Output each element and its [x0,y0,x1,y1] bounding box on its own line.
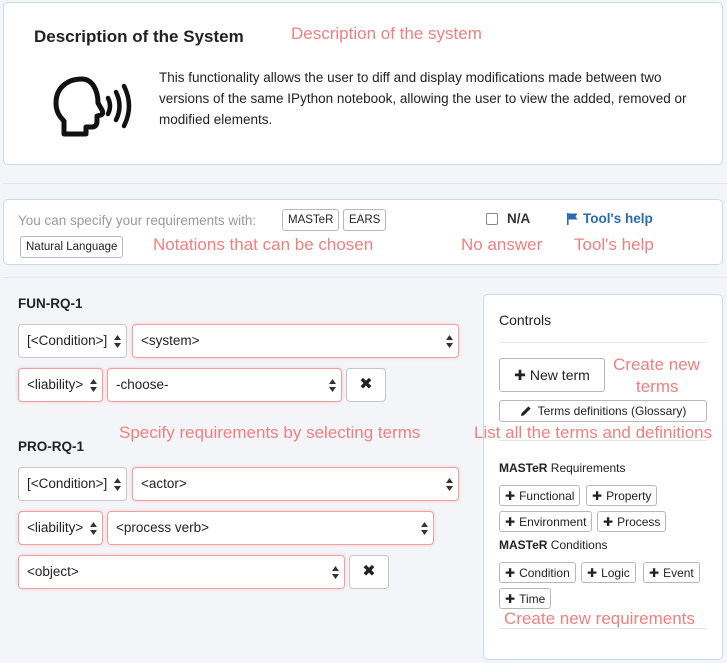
pro-liability-select[interactable]: <liability> [18,511,103,545]
description-title: Description of the System [34,27,244,46]
tool-help-label: Tool's help [583,211,653,226]
notation-natural-language-button[interactable]: Natural Language [20,236,124,258]
add-property-label: Property [606,488,652,503]
select-arrows-icon [114,478,121,491]
add-environment-button[interactable]: ✚ Environment [499,511,593,532]
plus-icon: ✚ [505,565,516,580]
pro-condition-value: [<Condition>] [27,476,108,491]
plus-icon: ✚ [505,488,516,503]
plus-icon: ✚ [514,366,526,383]
master-conditions-heading: MASTeR Conditions [499,538,608,552]
fun-system-select[interactable]: <system> [132,324,459,358]
annotation-description: Description of the system [291,24,482,43]
select-arrows-icon [90,379,97,392]
fun-remove-button[interactable]: ✖ [346,368,386,402]
fun-system-value: <system> [141,333,200,348]
na-checkbox[interactable] [486,212,498,225]
annotation-create-requirements: Create new requirements [504,609,695,628]
new-term-button[interactable]: ✚ New term [499,358,605,392]
pro-requirement-id: PRO-RQ-1 [18,439,85,454]
annotation-create-terms-line1: Create new [613,355,700,374]
notation-ears-button[interactable]: EARS [343,209,387,231]
add-functional-label: Functional [519,488,575,503]
flag-icon [567,212,578,225]
annotation-specify: Specify requirements by selecting terms [119,423,421,442]
notation-label: You can specify your requirements with: [18,213,257,228]
fun-choose-value: -choose- [116,377,169,392]
select-arrows-icon [446,478,453,491]
plus-icon: ✚ [505,591,516,606]
fun-requirement-id: FUN-RQ-1 [18,296,83,311]
pencil-icon [520,406,531,416]
add-logic-label: Logic [601,565,630,580]
fun-liability-select[interactable]: <liability> [18,368,103,402]
add-functional-button[interactable]: ✚ Functional [499,485,581,506]
plus-icon: ✚ [592,488,603,503]
add-condition-button[interactable]: ✚ Condition [499,562,576,583]
select-arrows-icon [421,522,428,535]
master-prefix: MASTeR [499,461,548,475]
add-logic-button[interactable]: ✚ Logic [581,562,636,583]
pro-object-value: <object> [27,564,79,579]
plus-icon: ✚ [649,565,660,580]
pro-remove-button[interactable]: ✖ [349,555,389,589]
select-arrows-icon [446,335,453,348]
add-event-button[interactable]: ✚ Event [643,562,700,583]
pro-condition-select[interactable]: [<Condition>] [18,467,127,501]
fun-choose-select[interactable]: -choose- [107,368,342,402]
plus-icon: ✚ [505,514,516,529]
na-checkbox-group[interactable]: N/A [486,211,530,226]
select-arrows-icon [114,335,121,348]
add-process-label: Process [617,514,661,529]
controls-panel: Controls ✚ New term Terms definitions (G… [483,294,723,660]
pro-actor-select[interactable]: <actor> [132,467,459,501]
add-event-label: Event [663,565,694,580]
terms-definitions-button[interactable]: Terms definitions (Glossary) [499,400,707,422]
master-conditions-label: Conditions [550,538,608,552]
notation-panel: You can specify your requirements with: … [3,199,723,265]
annotation-create-terms-line2: terms [636,377,679,396]
select-arrows-icon [329,379,336,392]
terms-definitions-label: Terms definitions (Glossary) [537,404,687,418]
controls-title: Controls [499,312,552,328]
master-requirements-label: Requirements [550,461,626,475]
pro-process-verb-select[interactable]: <process verb> [107,511,434,545]
plus-icon: ✚ [587,565,598,580]
pro-actor-value: <actor> [141,476,187,491]
select-arrows-icon [332,566,339,579]
master-requirements-heading: MASTeR Requirements [499,461,626,475]
annotation-list-terms: List all the terms and definitions [474,423,713,442]
pro-object-select[interactable]: <object> [18,555,345,589]
add-environment-label: Environment [519,514,587,529]
description-text: This functionality allows the user to di… [159,70,687,127]
add-time-button[interactable]: ✚ Time [499,588,552,609]
speaking-head-icon [53,76,132,137]
add-time-label: Time [519,591,546,606]
annotation-no-answer: No answer [461,235,543,254]
add-condition-label: Condition [519,565,570,580]
add-property-button[interactable]: ✚ Property [586,485,658,506]
annotation-help: Tool's help [574,235,654,254]
divider [499,342,707,343]
plus-icon: ✚ [603,514,614,529]
master-prefix: MASTeR [499,538,548,552]
pro-process-verb-value: <process verb> [116,520,210,535]
fun-liability-value: <liability> [27,377,84,392]
tool-help-link[interactable]: Tool's help [566,211,653,226]
select-arrows-icon [90,522,97,535]
divider [3,277,727,278]
annotation-notations: Notations that can be chosen [153,235,374,254]
fun-condition-select[interactable]: [<Condition>] [18,324,127,358]
notation-master-button[interactable]: MASTeR [282,209,340,231]
fun-condition-value: [<Condition>] [27,333,108,348]
divider [3,183,727,184]
new-term-label: New term [529,367,590,383]
na-label: N/A [507,211,531,226]
pro-liability-value: <liability> [27,520,84,535]
add-process-button[interactable]: ✚ Process [597,511,667,532]
